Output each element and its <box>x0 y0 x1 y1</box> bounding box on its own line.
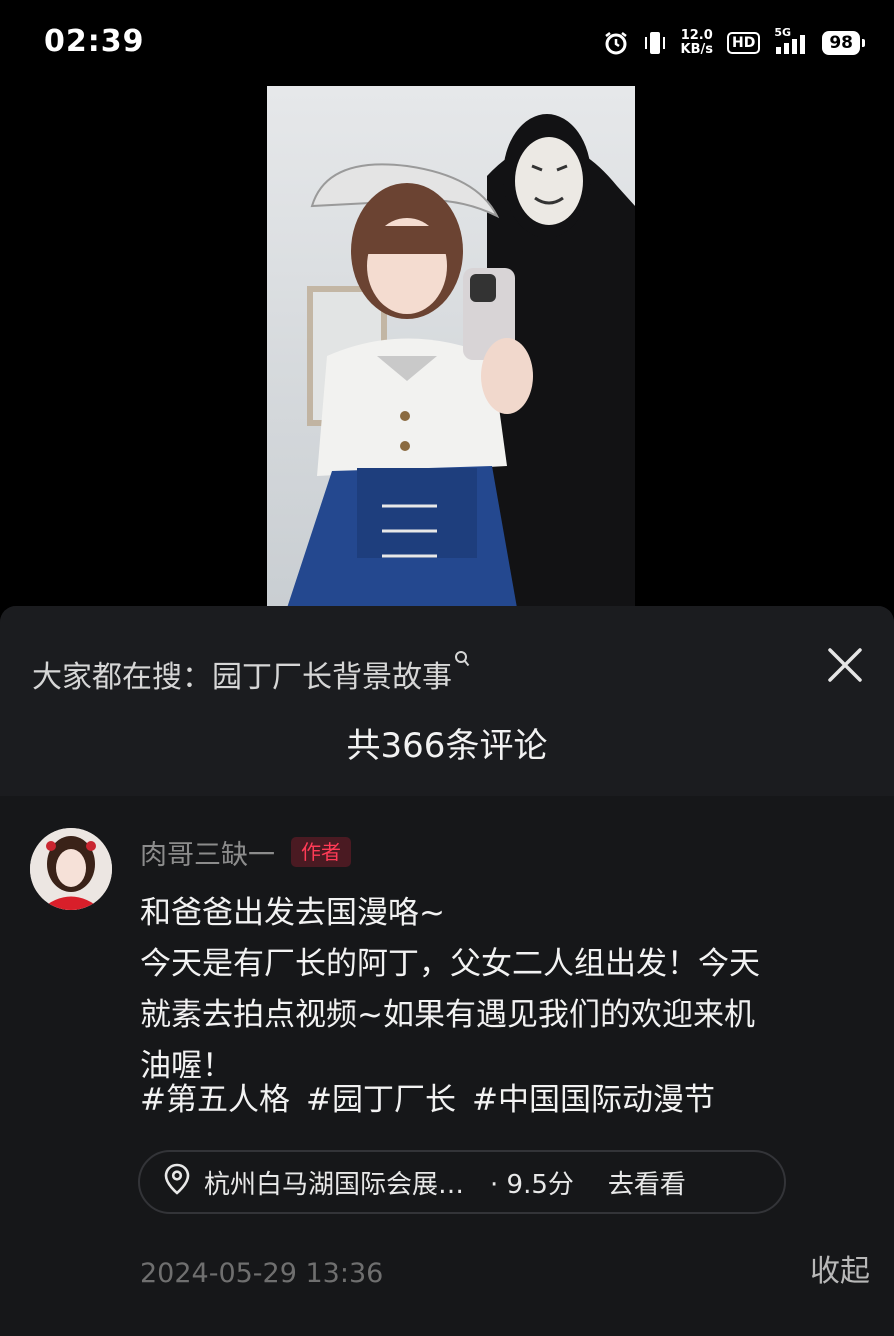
search-hint-text: 大家都在搜：园丁厂长背景故事 <box>32 660 452 695</box>
network-type: 5G <box>774 26 792 39</box>
network-speed: 12.0 KB/s <box>681 29 713 57</box>
battery-icon: 98 <box>822 31 865 55</box>
comment-panel-header: 大家都在搜：园丁厂长背景故事 共366条评论 <box>0 606 894 796</box>
close-icon <box>828 648 862 682</box>
search-hint[interactable]: 大家都在搜：园丁厂长背景故事 <box>32 650 470 696</box>
author-badge: 作者 <box>291 837 351 867</box>
hashtag-link[interactable]: #园丁厂长 <box>306 1074 456 1119</box>
collapse-button[interactable]: 收起 <box>810 1246 870 1290</box>
network-speed-value: 12.0 <box>680 28 713 43</box>
comment-line: 今天是有厂长的阿丁，父女二人组出发！今天 <box>140 946 760 982</box>
close-button[interactable] <box>822 642 868 688</box>
comment-count: 共366条评论 <box>346 726 548 766</box>
hashtag-list: #第五人格 #园丁厂长 #中国国际动漫节 <box>140 1074 715 1119</box>
status-time: 02:39 <box>44 24 145 59</box>
comment-line: 和爸爸出发去国漫咯~ <box>140 895 445 931</box>
hashtag-link[interactable]: #第五人格 <box>140 1074 290 1119</box>
signal-icon: 5G <box>774 26 808 56</box>
location-pill[interactable]: 杭州白马湖国际会展… · 9.5分 去看看 <box>138 1150 786 1214</box>
status-bar: 02:39 12.0 KB/s HD 5G 98 <box>0 0 894 84</box>
comment-panel: 大家都在搜：园丁厂长背景故事 共366条评论 肉哥三缺一 作者 和爸爸出发去国漫… <box>0 606 894 1336</box>
status-icons: 12.0 KB/s HD 5G 98 <box>603 26 865 60</box>
vibrate-icon <box>643 30 667 56</box>
location-name: 杭州白马湖国际会展… <box>204 1169 465 1200</box>
comment-date: 2024-05-29 13:36 <box>140 1258 384 1289</box>
network-speed-unit: KB/s <box>680 42 713 57</box>
search-icon <box>454 650 470 673</box>
comment-line: 就素去拍点视频~如果有遇见我们的欢迎来机 <box>140 997 755 1033</box>
comment-author-name[interactable]: 肉哥三缺一 <box>140 833 275 872</box>
comment-text: 和爸爸出发去国漫咯~ 今天是有厂长的阿丁，父女二人组出发！今天 就素去拍点视频~… <box>140 888 870 1092</box>
location-go-button[interactable]: 去看看 <box>608 1164 686 1201</box>
video-frame-image <box>267 86 635 608</box>
comment-author-row: 肉哥三缺一 作者 <box>140 832 351 872</box>
video-player[interactable] <box>267 86 635 608</box>
hashtag-link[interactable]: #中国国际动漫节 <box>472 1074 715 1119</box>
hd-badge: HD <box>726 32 761 54</box>
location-pin-icon <box>162 1163 192 1202</box>
location-score: · 9.5分 <box>490 1169 574 1200</box>
alarm-icon <box>603 30 629 56</box>
avatar[interactable] <box>30 828 112 910</box>
